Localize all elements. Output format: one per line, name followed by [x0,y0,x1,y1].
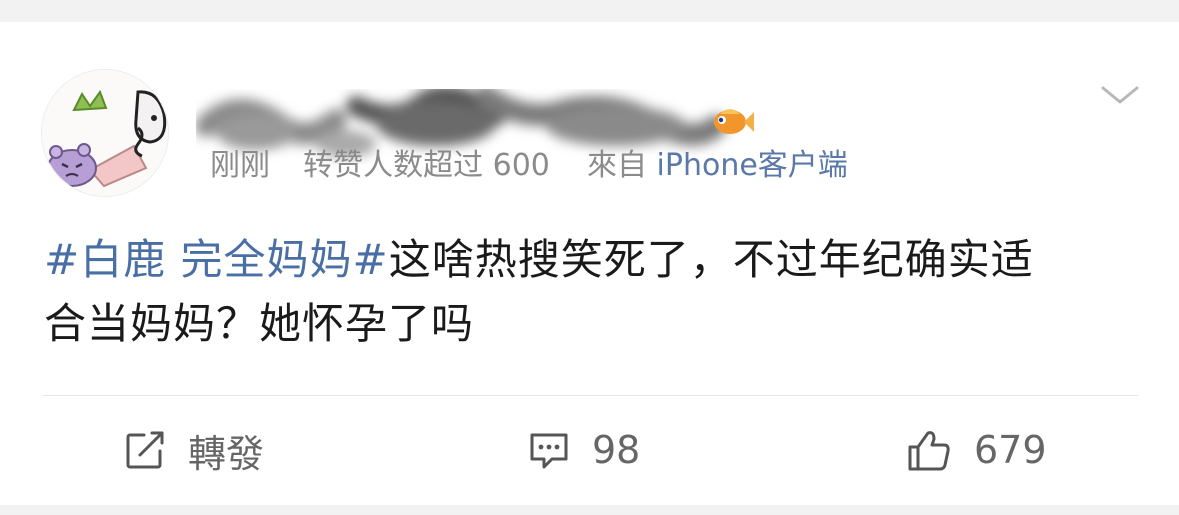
repost-icon [126,431,164,469]
post-text-line1: 这啥热搜笑死了，不过年纪确实适 [388,235,1034,284]
comment-button[interactable]: 98 [528,422,640,478]
weibo-post-card: 刚刚 转赞人数超过 600 來自 iPhone客户端 #白鹿 完全妈妈#这啥热搜… [0,22,1179,505]
comment-icon [530,433,568,469]
hashtag-link[interactable]: #白鹿 完全妈妈# [44,235,389,284]
post-text-line2: 合当妈妈？她怀孕了吗 [44,299,475,348]
reposts-note: 转赞人数超过 600 [303,148,550,183]
repost-button[interactable]: 轉發 [124,422,264,478]
chevron-down-icon [1101,86,1139,104]
repost-label: 轉發 [188,431,265,476]
post-meta: 刚刚 转赞人数超过 600 來自 iPhone客户端 [210,146,848,186]
avatar[interactable] [42,70,168,196]
post-time: 刚刚 [210,148,270,183]
fish-emoji-icon [714,109,754,134]
like-button[interactable]: 679 [906,422,1047,478]
post-source[interactable]: iPhone客户端 [657,148,848,183]
comment-count: 98 [592,428,641,472]
source-prefix: 來自 [586,148,647,183]
divider [42,395,1138,396]
avatar-illustration [42,70,168,196]
thumbs-up-icon [908,431,950,471]
post-text: #白鹿 完全妈妈#这啥热搜笑死了，不过年纪确实适 合当妈妈？她怀孕了吗 [44,228,1144,356]
post-menu-button[interactable] [1100,80,1140,110]
like-count: 679 [974,428,1047,472]
